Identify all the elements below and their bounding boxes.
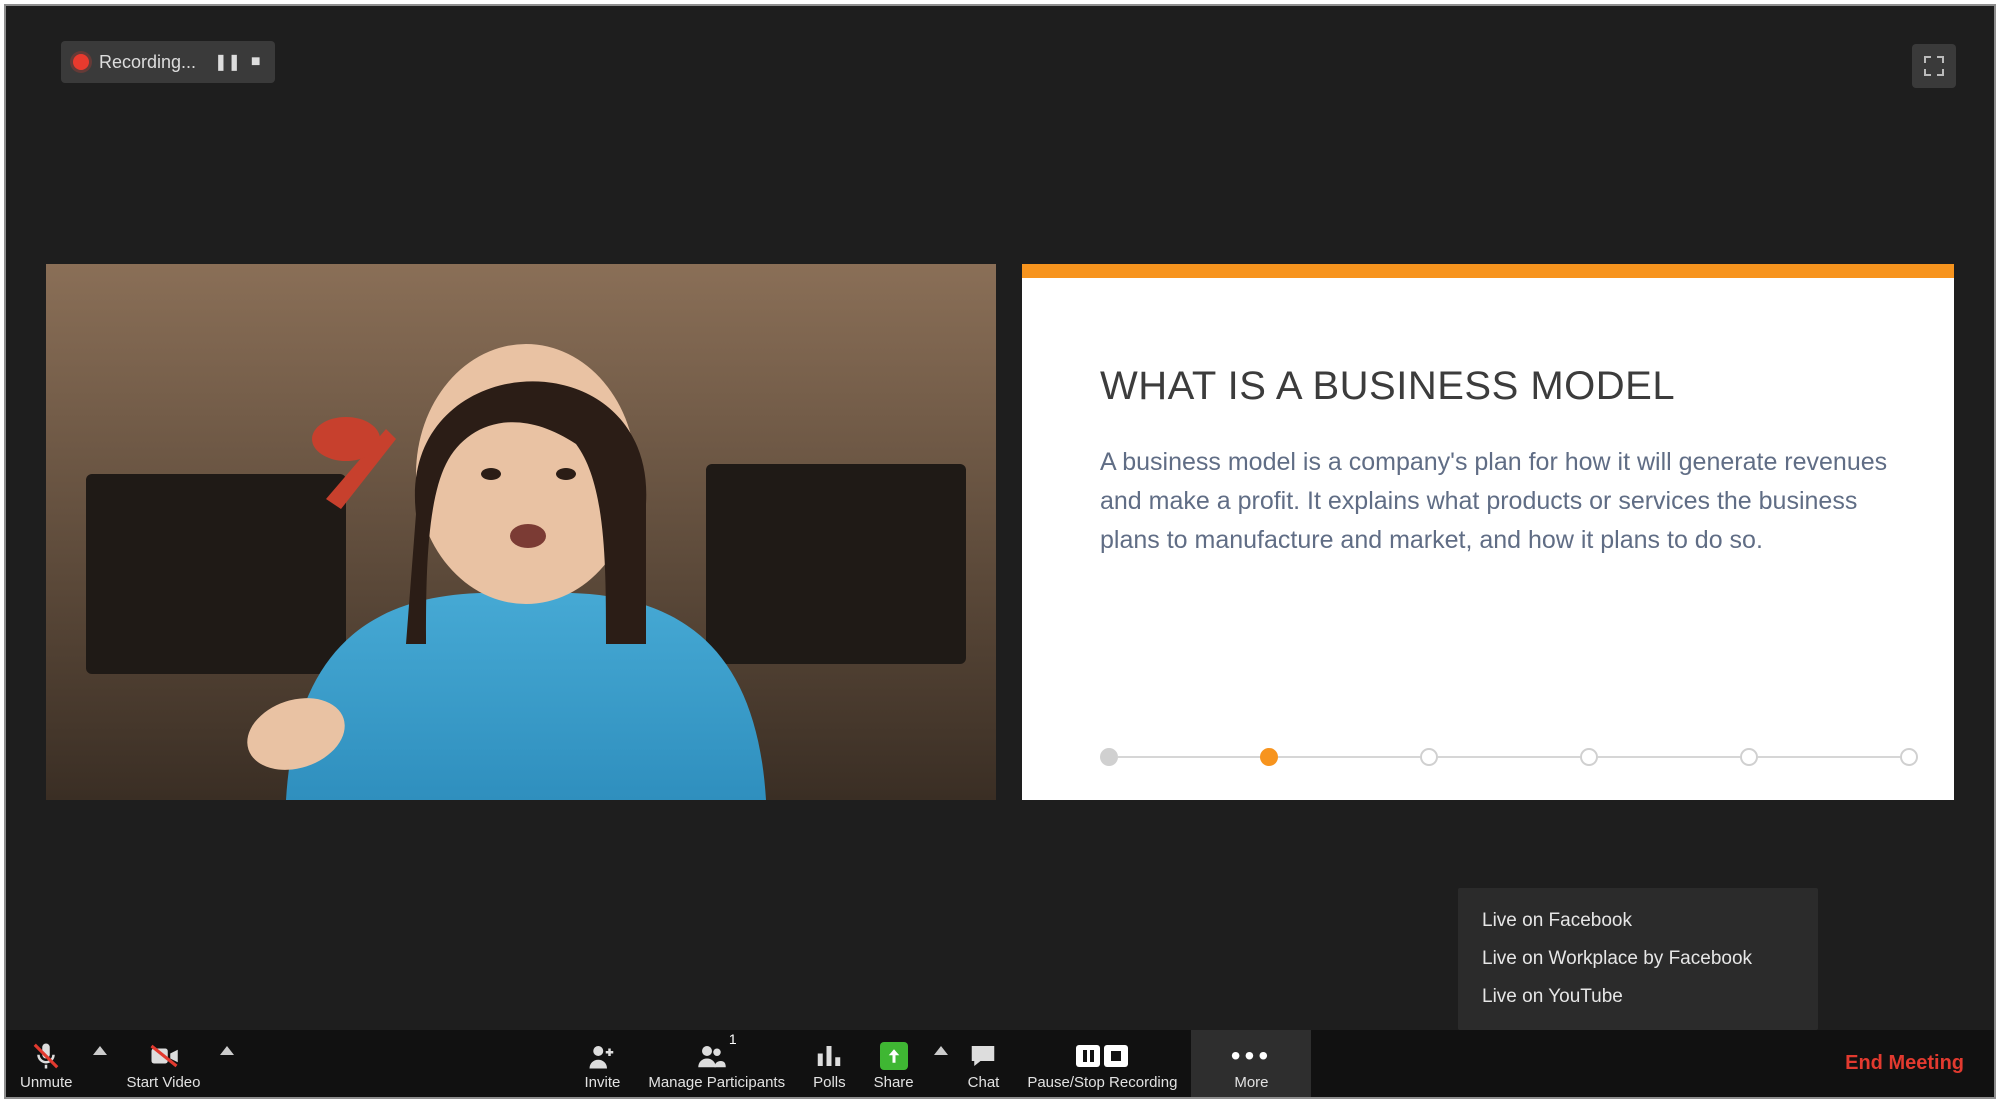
progress-dot[interactable] <box>1100 748 1118 766</box>
progress-dot[interactable] <box>1580 748 1598 766</box>
pause-stop-icon <box>1076 1045 1128 1067</box>
recording-indicator: Recording... ❚❚ ■ <box>61 41 275 83</box>
end-meeting-button[interactable]: End Meeting <box>1815 1030 1994 1097</box>
slide-accent-bar <box>1022 264 1954 278</box>
video-off-icon <box>149 1041 179 1071</box>
fullscreen-button[interactable] <box>1912 44 1956 88</box>
invite-icon <box>587 1041 617 1071</box>
progress-dot[interactable] <box>1740 748 1758 766</box>
pause-stop-recording-button[interactable]: Pause/Stop Recording <box>1013 1030 1191 1097</box>
record-dot-icon <box>73 54 89 70</box>
presentation-slide: WHAT IS A BUSINESS MODEL A business mode… <box>1022 264 1954 800</box>
slide-body: A business model is a company's plan for… <box>1100 443 1894 559</box>
recording-label: Recording... <box>99 52 196 73</box>
start-video-button[interactable]: Start Video <box>113 1030 215 1097</box>
share-button[interactable]: Share <box>860 1030 928 1097</box>
progress-dot[interactable] <box>1260 748 1278 766</box>
audio-options-caret[interactable] <box>87 1030 113 1097</box>
unmute-button[interactable]: Unmute <box>6 1030 87 1097</box>
slide-progress <box>1100 748 1918 766</box>
video-options-caret[interactable] <box>214 1030 240 1097</box>
content-row: WHAT IS A BUSINESS MODEL A business mode… <box>46 264 1954 800</box>
more-menu-item-live-youtube[interactable]: Live on YouTube <box>1458 978 1818 1016</box>
invite-button[interactable]: Invite <box>570 1030 634 1097</box>
share-icon <box>880 1042 908 1070</box>
manage-participants-button[interactable]: 1 Manage Participants <box>634 1030 799 1097</box>
chevron-up-icon <box>220 1046 234 1055</box>
polls-icon <box>814 1041 844 1071</box>
polls-button[interactable]: Polls <box>799 1030 860 1097</box>
more-menu-item-live-workplace[interactable]: Live on Workplace by Facebook <box>1458 940 1818 978</box>
presenter-video <box>46 264 996 800</box>
chevron-up-icon <box>934 1046 948 1055</box>
fullscreen-icon <box>1922 54 1946 78</box>
more-menu-item-live-facebook[interactable]: Live on Facebook <box>1458 902 1818 940</box>
meeting-window: Recording... ❚❚ ■ <box>4 4 1996 1099</box>
microphone-muted-icon <box>31 1041 61 1071</box>
progress-dot[interactable] <box>1900 748 1918 766</box>
more-button[interactable]: ••• More <box>1191 1030 1311 1097</box>
recording-stop-button[interactable]: ■ <box>251 53 261 71</box>
more-icon: ••• <box>1231 1042 1272 1070</box>
presenter-video-placeholder <box>46 264 996 800</box>
chat-icon <box>968 1041 998 1071</box>
chevron-up-icon <box>93 1046 107 1055</box>
participants-count: 1 <box>729 1031 737 1047</box>
share-options-caret[interactable] <box>928 1030 954 1097</box>
chat-button[interactable]: Chat <box>954 1030 1014 1097</box>
participants-icon <box>697 1041 727 1071</box>
slide-title: WHAT IS A BUSINESS MODEL <box>1100 364 1894 409</box>
meeting-toolbar: Unmute Start Video Invite <box>6 1030 1994 1097</box>
progress-dot[interactable] <box>1420 748 1438 766</box>
recording-pause-button[interactable]: ❚❚ <box>214 52 241 72</box>
more-menu: Live on Facebook Live on Workplace by Fa… <box>1458 888 1818 1030</box>
